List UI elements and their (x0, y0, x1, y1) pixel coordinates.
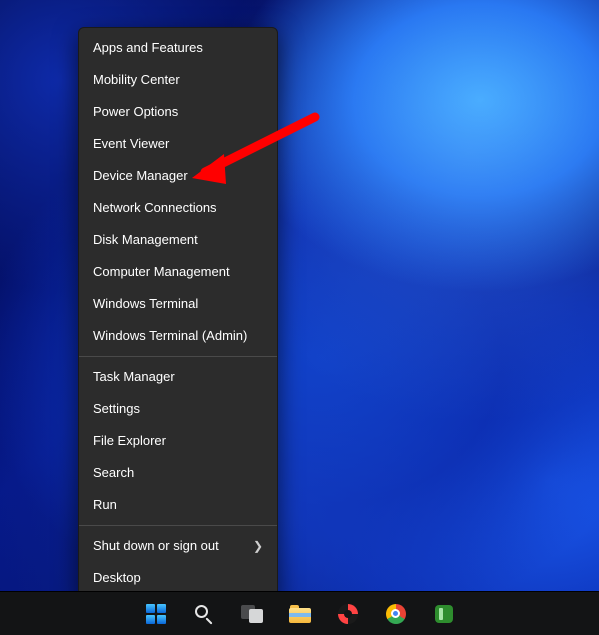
task-view-icon (241, 605, 263, 623)
menu-item-label: Network Connections (93, 200, 217, 216)
menu-item-label: Windows Terminal (93, 296, 198, 312)
chevron-right-icon: ❯ (253, 538, 263, 554)
menu-item-label: Desktop (93, 570, 141, 586)
menu-item-device-manager[interactable]: Device Manager (79, 160, 277, 192)
file-explorer-icon (289, 605, 311, 623)
menu-item-desktop[interactable]: Desktop (79, 562, 277, 594)
menu-item-file-explorer[interactable]: File Explorer (79, 425, 277, 457)
task-view-button[interactable] (234, 596, 270, 632)
menu-item-network-connections[interactable]: Network Connections (79, 192, 277, 224)
menu-item-run[interactable]: Run (79, 489, 277, 521)
menu-item-label: Settings (93, 401, 140, 417)
menu-item-task-manager[interactable]: Task Manager (79, 361, 277, 393)
search-button[interactable] (186, 596, 222, 632)
start-button[interactable] (138, 596, 174, 632)
menu-item-label: Apps and Features (93, 40, 203, 56)
search-icon (194, 604, 214, 624)
menu-item-label: Windows Terminal (Admin) (93, 328, 247, 344)
swirl-app-icon (338, 604, 358, 624)
app-green-button[interactable] (426, 596, 462, 632)
menu-item-settings[interactable]: Settings (79, 393, 277, 425)
chrome-button[interactable] (378, 596, 414, 632)
menu-item-label: File Explorer (93, 433, 166, 449)
app-red-swirl-button[interactable] (330, 596, 366, 632)
windows-logo-icon (146, 604, 166, 624)
menu-item-mobility-center[interactable]: Mobility Center (79, 64, 277, 96)
menu-item-label: Power Options (93, 104, 178, 120)
menu-item-windows-terminal-admin[interactable]: Windows Terminal (Admin) (79, 320, 277, 352)
menu-item-label: Shut down or sign out (93, 538, 219, 554)
menu-item-label: Mobility Center (93, 72, 180, 88)
menu-separator (79, 356, 277, 357)
menu-item-windows-terminal[interactable]: Windows Terminal (79, 288, 277, 320)
green-app-icon (435, 605, 453, 623)
menu-item-label: Run (93, 497, 117, 513)
menu-item-label: Event Viewer (93, 136, 169, 152)
menu-item-apps-and-features[interactable]: Apps and Features (79, 32, 277, 64)
winx-context-menu: Apps and Features Mobility Center Power … (78, 27, 278, 599)
menu-item-event-viewer[interactable]: Event Viewer (79, 128, 277, 160)
menu-item-label: Search (93, 465, 134, 481)
menu-item-label: Device Manager (93, 168, 188, 184)
menu-separator (79, 525, 277, 526)
menu-item-label: Task Manager (93, 369, 175, 385)
menu-item-label: Computer Management (93, 264, 230, 280)
menu-item-label: Disk Management (93, 232, 198, 248)
taskbar (0, 591, 599, 635)
file-explorer-button[interactable] (282, 596, 318, 632)
menu-item-search[interactable]: Search (79, 457, 277, 489)
menu-item-disk-management[interactable]: Disk Management (79, 224, 277, 256)
menu-item-shut-down-or-sign-out[interactable]: Shut down or sign out ❯ (79, 530, 277, 562)
chrome-icon (386, 604, 406, 624)
menu-item-power-options[interactable]: Power Options (79, 96, 277, 128)
menu-item-computer-management[interactable]: Computer Management (79, 256, 277, 288)
